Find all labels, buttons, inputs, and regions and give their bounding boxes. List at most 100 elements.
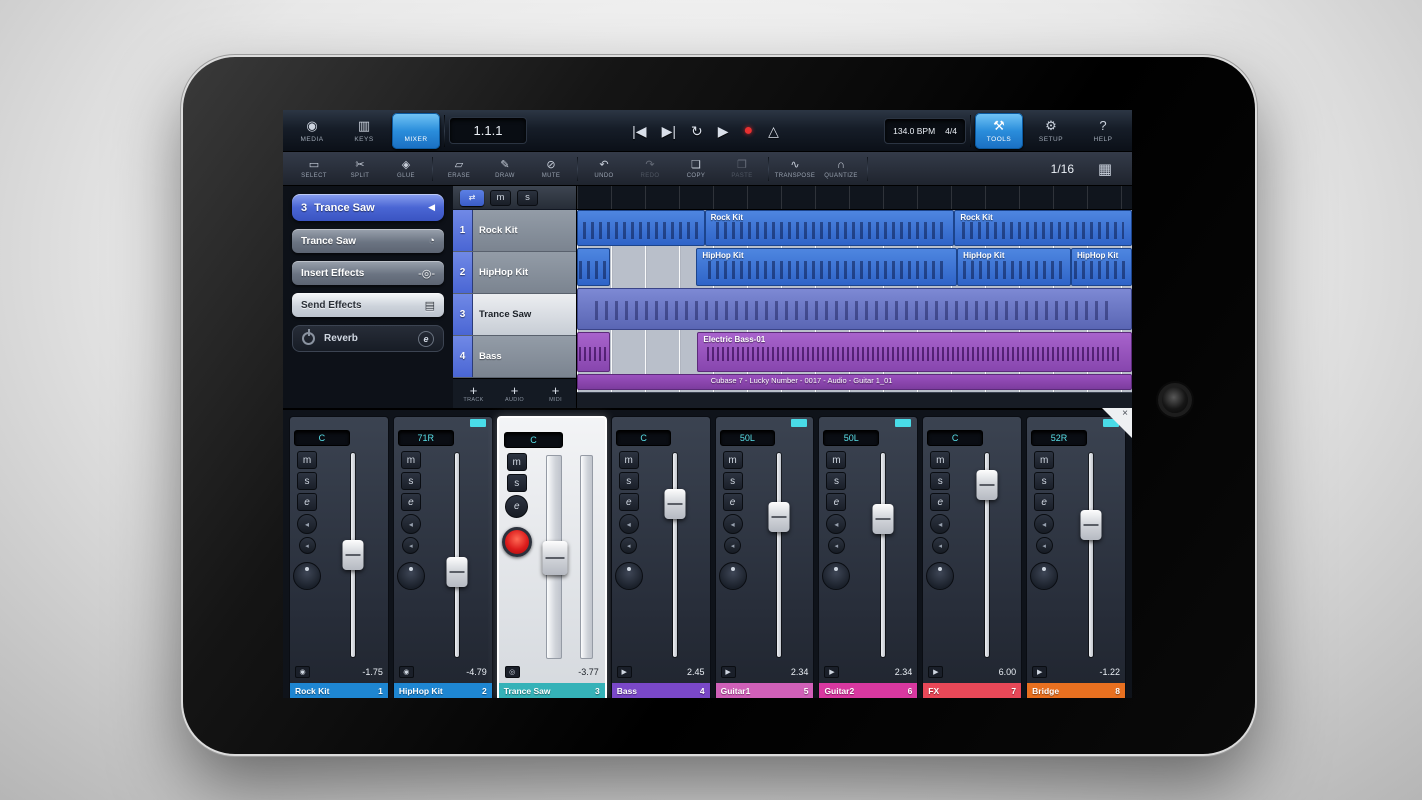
- channel-name-tag[interactable]: Rock Kit 1: [290, 683, 388, 698]
- listen-button[interactable]: ◂: [1035, 537, 1053, 554]
- volume-fader[interactable]: [976, 470, 998, 501]
- clip-segment[interactable]: [577, 288, 1132, 330]
- channel-name-tag[interactable]: HipHop Kit 2: [393, 683, 492, 698]
- monitor-button[interactable]: ◂: [297, 514, 317, 534]
- media-button[interactable]: ◉ MEDIA: [288, 113, 336, 149]
- clip-hiphop-kit[interactable]: HipHop Kit: [1070, 248, 1132, 286]
- listen-button[interactable]: ◂: [620, 537, 638, 554]
- edit-button[interactable]: e: [618, 493, 639, 511]
- clip-electric-bass-01[interactable]: Electric Bass-01: [697, 332, 1132, 372]
- pan-display[interactable]: 52R: [1031, 430, 1087, 446]
- cycle-button[interactable]: ↻: [691, 124, 703, 138]
- mute-button[interactable]: m: [297, 451, 317, 469]
- copy-tool-button[interactable]: ❏ COPY: [673, 159, 719, 179]
- gain-knob[interactable]: [1030, 562, 1059, 590]
- clip-cubase-7-lucky-number-0017-audio-guitar-1-01[interactable]: Cubase 7 - Lucky Number - 0017 - Audio -…: [577, 374, 1132, 390]
- global-solo-button[interactable]: s: [517, 189, 538, 206]
- reverb-slot[interactable]: Reverb e: [292, 325, 444, 352]
- mute-button[interactable]: m: [400, 451, 421, 469]
- clip-segment[interactable]: [577, 332, 611, 372]
- clip-hiphop-kit[interactable]: HipHop Kit: [696, 248, 958, 286]
- glue-tool-button[interactable]: ◈ GLUE: [383, 159, 429, 179]
- add-audio-button[interactable]: + AUDIO: [494, 379, 535, 408]
- quantize-tool-button[interactable]: ∩ QUANTIZE: [818, 159, 864, 179]
- volume-fader[interactable]: [446, 557, 468, 587]
- snap-value-display[interactable]: 1/16: [1039, 162, 1086, 176]
- listen-button[interactable]: ◂: [724, 537, 742, 554]
- undo-tool-button[interactable]: ↶ UNDO: [581, 159, 627, 179]
- volume-fader[interactable]: [342, 540, 364, 571]
- clip-hiphop-kit[interactable]: HipHop Kit: [957, 248, 1071, 286]
- tools-button[interactable]: ⚒ TOOLS: [975, 112, 1023, 149]
- solo-button[interactable]: s: [930, 472, 951, 490]
- solo-button[interactable]: s: [618, 472, 639, 490]
- monitor-button[interactable]: ◂: [1034, 514, 1055, 534]
- edit-button[interactable]: e: [722, 493, 743, 511]
- erase-tool-button[interactable]: ▱ ERASE: [436, 159, 482, 179]
- draw-tool-button[interactable]: ✎ DRAW: [482, 159, 528, 179]
- listen-button[interactable]: ◂: [931, 537, 949, 554]
- clip-rock-kit[interactable]: Rock Kit: [954, 210, 1132, 246]
- edit-button[interactable]: e: [505, 495, 529, 518]
- play-icon[interactable]: ▶: [1032, 666, 1048, 678]
- power-icon[interactable]: [302, 332, 315, 345]
- insert-effects-button[interactable]: Insert Effects -◎-: [292, 261, 444, 285]
- edit-button[interactable]: e: [297, 493, 317, 511]
- play-icon[interactable]: ▶: [616, 666, 632, 678]
- solo-button[interactable]: s: [722, 472, 743, 490]
- go-to-start-button[interactable]: |◀: [632, 124, 646, 138]
- selected-track-button[interactable]: 3 Trance Saw ◀: [292, 194, 444, 221]
- channel-name-tag[interactable]: Guitar2 6: [819, 683, 918, 698]
- play-icon[interactable]: ▶: [720, 666, 736, 678]
- knob-icon[interactable]: ◎: [504, 666, 520, 678]
- dot-icon[interactable]: ◉: [295, 666, 310, 678]
- clip-segment[interactable]: [577, 248, 611, 286]
- dot-icon[interactable]: ◉: [398, 666, 414, 678]
- track-row-trance-saw[interactable]: 3 Trance Saw: [453, 294, 576, 336]
- volume-fader[interactable]: [872, 504, 894, 534]
- volume-fader[interactable]: [664, 489, 686, 520]
- split-tool-button[interactable]: ✂ SPLIT: [337, 159, 383, 179]
- pan-display[interactable]: 71R: [397, 430, 454, 446]
- edit-button[interactable]: e: [930, 493, 951, 511]
- keys-button[interactable]: ▥ KEYS: [340, 113, 388, 149]
- paste-tool-button[interactable]: ❐ PASTE: [719, 159, 765, 179]
- channel-name-tag[interactable]: FX 7: [923, 683, 1022, 698]
- monitor-button[interactable]: ◂: [722, 514, 743, 534]
- pan-display[interactable]: C: [503, 432, 564, 448]
- add-midi-button[interactable]: + MIDI: [535, 379, 576, 408]
- solo-button[interactable]: s: [297, 472, 317, 490]
- setup-button[interactable]: ⚙ SETUP: [1027, 113, 1075, 149]
- redo-tool-button[interactable]: ↷ REDO: [627, 159, 673, 179]
- global-mute-button[interactable]: m: [490, 189, 511, 206]
- channel-name-tag[interactable]: Bridge 8: [1027, 683, 1126, 698]
- monitor-button[interactable]: ◂: [618, 514, 639, 534]
- listen-button[interactable]: ◂: [827, 537, 845, 554]
- send-effects-button[interactable]: Send Effects ▤: [292, 293, 444, 317]
- select-tool-button[interactable]: ▭ SELECT: [291, 159, 337, 179]
- mute-button[interactable]: m: [930, 451, 951, 469]
- metronome-button[interactable]: △: [768, 124, 779, 138]
- volume-fader[interactable]: [1080, 510, 1102, 541]
- gain-knob[interactable]: [718, 562, 747, 590]
- solo-button[interactable]: s: [400, 472, 421, 490]
- pan-display[interactable]: C: [927, 430, 983, 446]
- transpose-tool-button[interactable]: ∿ TRANSPOSE: [772, 159, 818, 179]
- mixer-button[interactable]: MIXER: [392, 112, 440, 149]
- record-arm-button[interactable]: [501, 527, 532, 557]
- gain-knob[interactable]: [614, 562, 643, 590]
- channel-name-tag[interactable]: Trance Saw 3: [498, 683, 605, 698]
- solo-button[interactable]: s: [826, 472, 847, 490]
- mute-button[interactable]: m: [506, 453, 527, 471]
- help-button[interactable]: ? HELP: [1079, 113, 1127, 149]
- tempo-display[interactable]: 134.0 BPM 4/4: [884, 117, 966, 144]
- listen-button[interactable]: ◂: [298, 537, 316, 554]
- channel-name-tag[interactable]: Bass 4: [611, 683, 710, 698]
- monitor-button[interactable]: ◂: [930, 514, 951, 534]
- add-track-button[interactable]: + TRACK: [453, 379, 494, 408]
- grid-snap-button[interactable]: ▦: [1086, 160, 1124, 178]
- position-display[interactable]: 1.1.1: [449, 117, 527, 144]
- track-row-hiphop-kit[interactable]: 2 HipHop Kit: [453, 252, 576, 294]
- instrument-button[interactable]: Trance Saw ◔: [292, 229, 444, 253]
- pan-display[interactable]: C: [615, 430, 672, 446]
